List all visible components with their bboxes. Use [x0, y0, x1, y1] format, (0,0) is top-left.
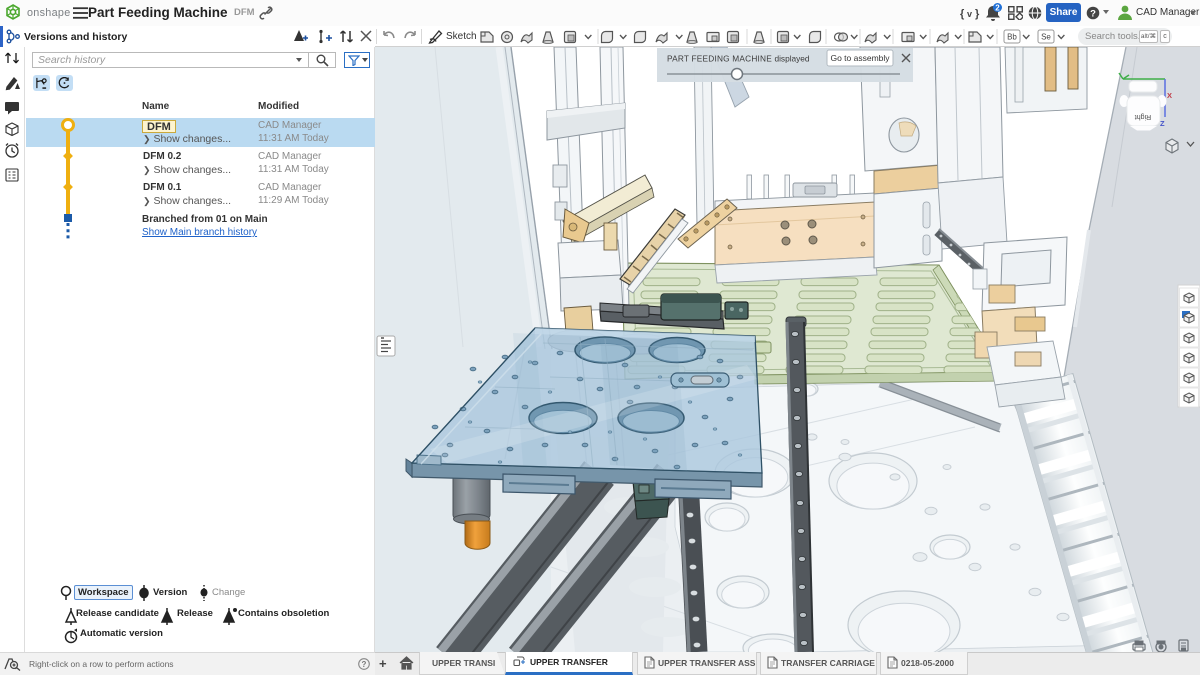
- svg-text:Bb: Bb: [1007, 33, 1017, 42]
- svg-text:v: v: [967, 9, 972, 19]
- svg-text:Go to assembly: Go to assembly: [830, 53, 890, 63]
- svg-text:PART FEEDING MACHINE displayed: PART FEEDING MACHINE displayed: [667, 54, 810, 64]
- svg-text:X: X: [1167, 91, 1172, 100]
- svg-text:2: 2: [995, 4, 1000, 13]
- svg-text:?: ?: [1090, 8, 1096, 19]
- svg-text:onshape: onshape: [27, 7, 71, 19]
- svg-text:{: {: [960, 8, 965, 20]
- svg-text:?: ?: [362, 660, 367, 669]
- svg-text:Z: Z: [1160, 119, 1165, 128]
- svg-text:}: }: [975, 8, 980, 20]
- svg-text:Right: Right: [1135, 113, 1151, 120]
- svg-text:Se: Se: [1041, 33, 1051, 42]
